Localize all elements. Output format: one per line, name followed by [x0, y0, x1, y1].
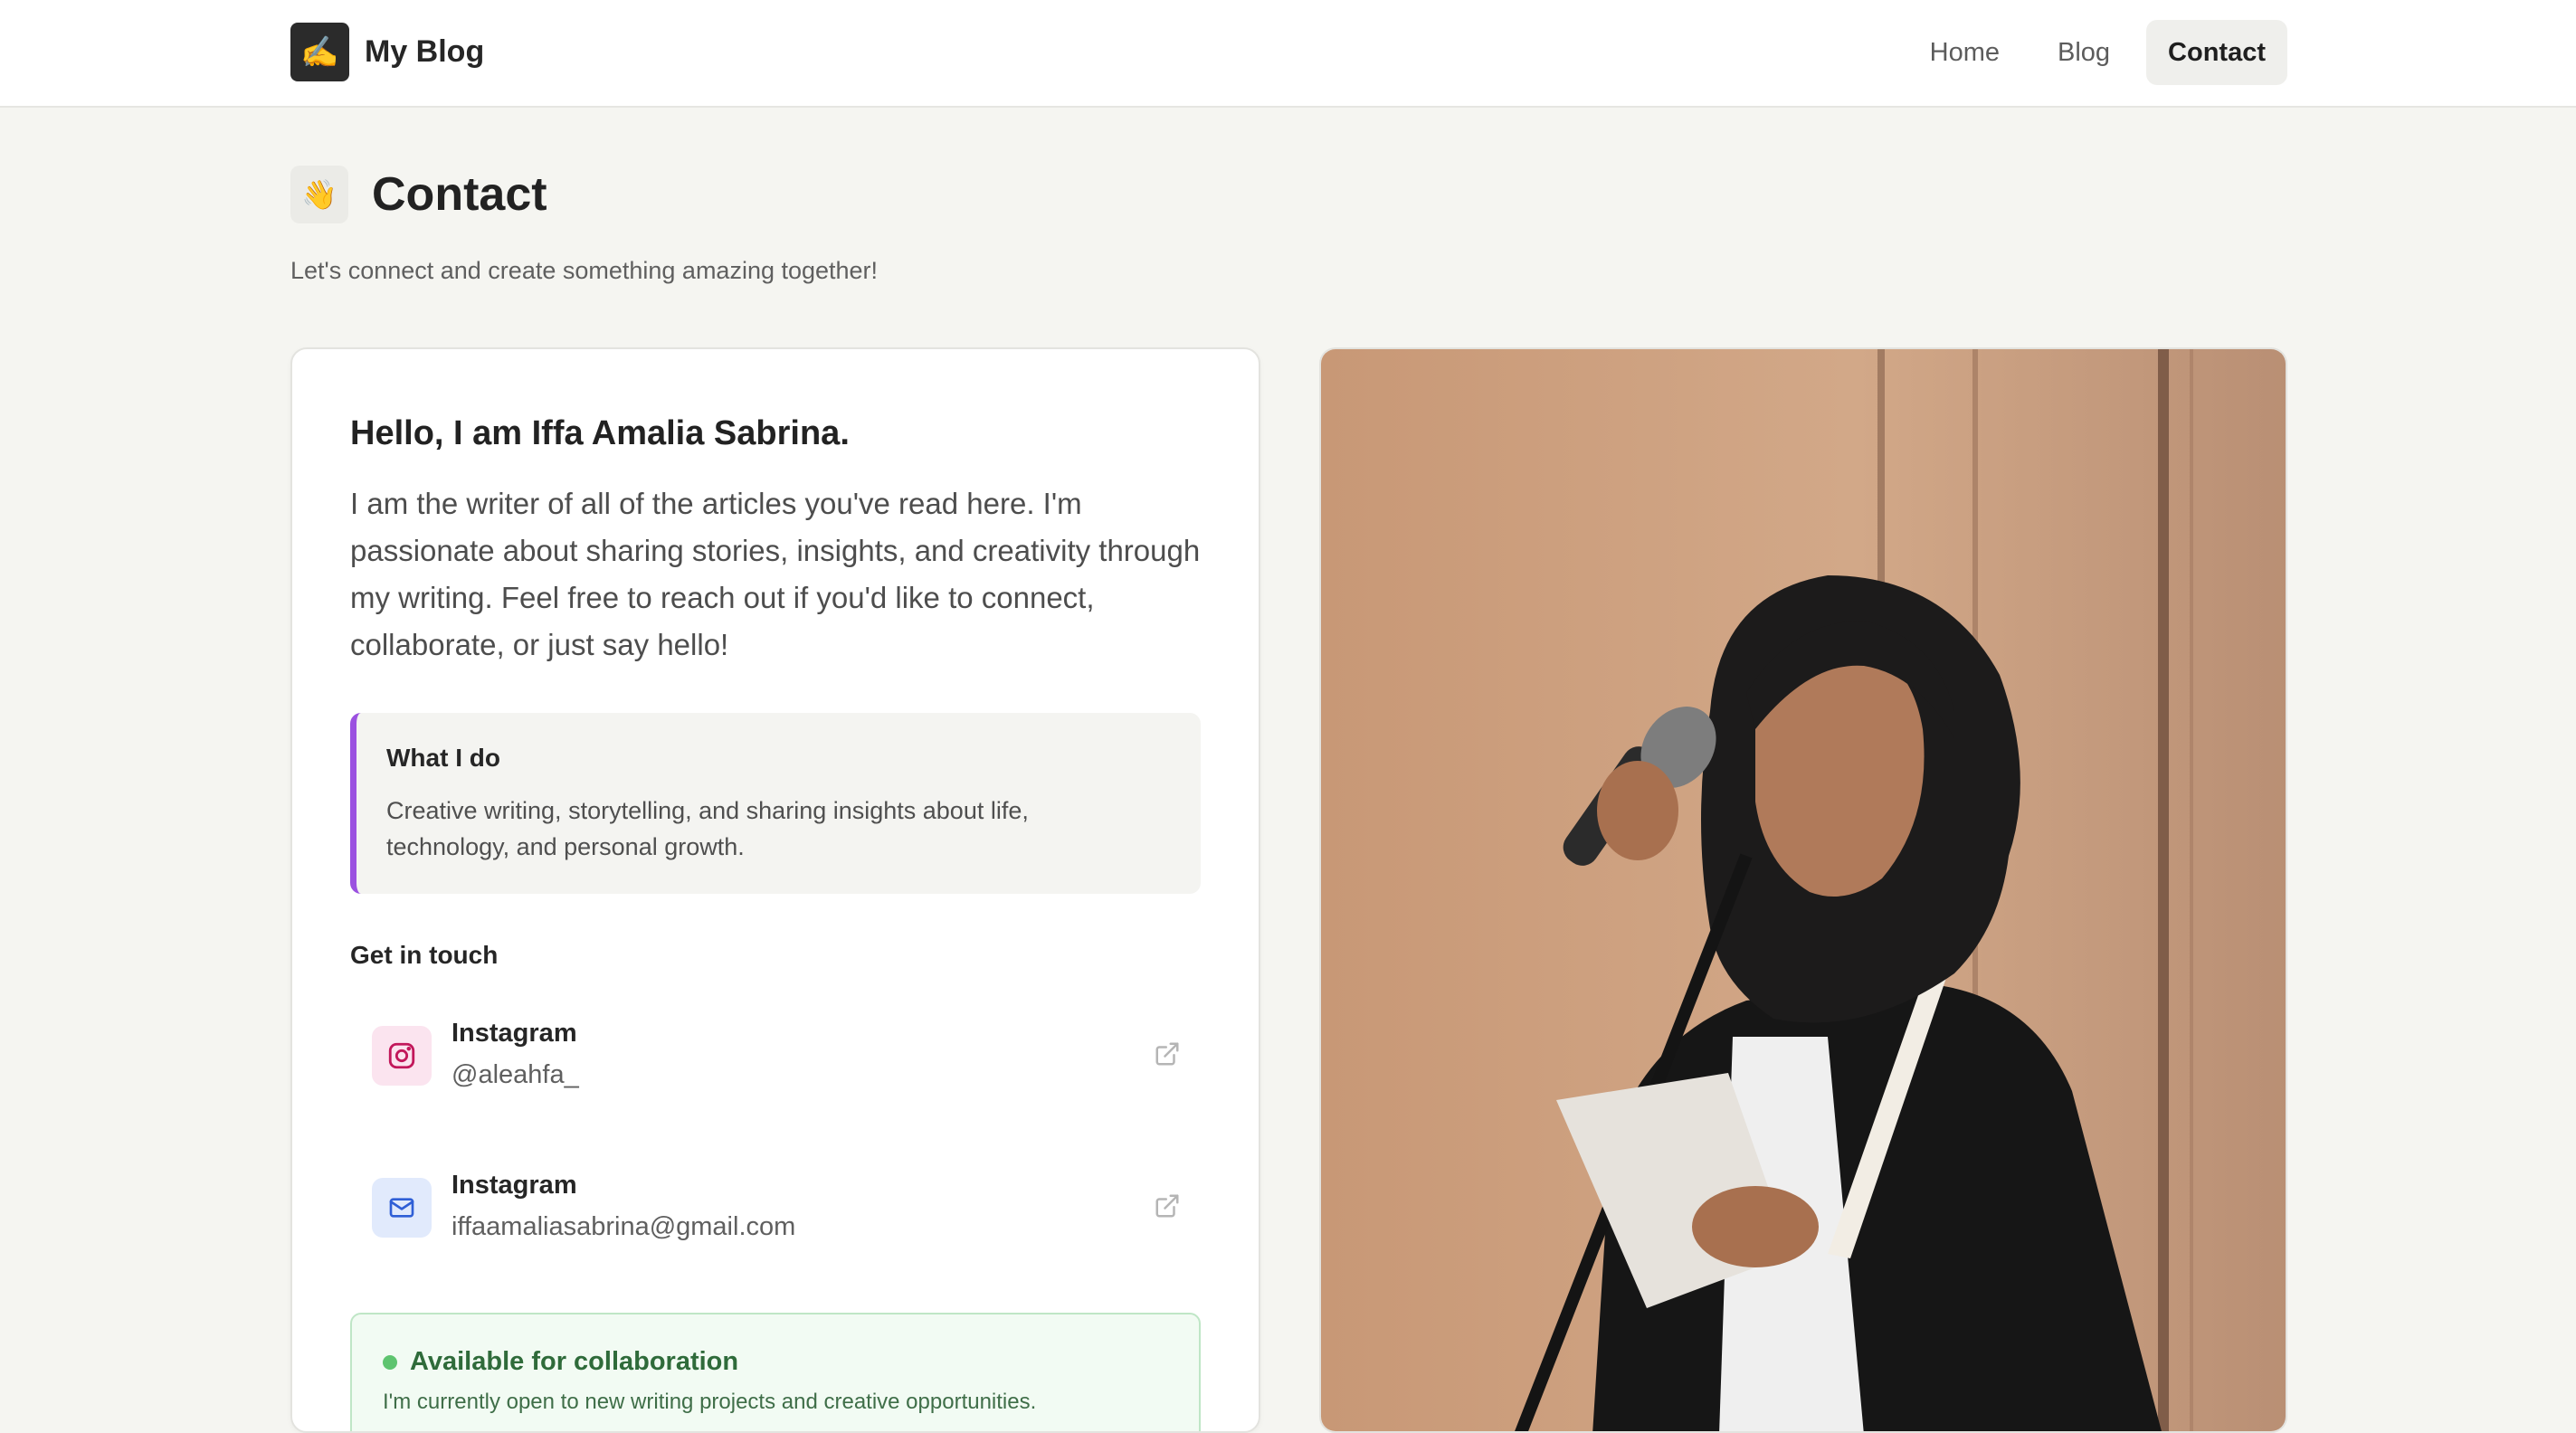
mail-icon [372, 1178, 432, 1238]
collaboration-status-box: Available for collaboration I'm currentl… [350, 1313, 1201, 1431]
contact-email-link[interactable]: Instagram iffaamaliasabrina@gmail.com [350, 1149, 1201, 1265]
author-photo-illustration [1321, 349, 2286, 1431]
main-nav: Home Blog Contact [1908, 20, 2287, 85]
nav-home[interactable]: Home [1908, 20, 2021, 85]
contact-name: Instagram [452, 1171, 577, 1200]
nav-contact[interactable]: Contact [2146, 20, 2287, 85]
greeting-heading: Hello, I am Iffa Amalia Sabrina. [350, 414, 850, 452]
what-i-do-title: What I do [386, 744, 500, 772]
page-title: Contact [372, 168, 547, 221]
about-card: Hello, I am Iffa Amalia Sabrina. I am th… [290, 347, 1260, 1433]
page-subtitle: Let's connect and create something amazi… [290, 257, 879, 284]
collab-text: I'm currently open to new writing projec… [383, 1390, 1037, 1414]
brand-name: My Blog [365, 34, 485, 69]
what-i-do-text: Creative writing, storytelling, and shar… [386, 797, 1029, 860]
contact-instagram-link[interactable]: Instagram @aleahfa_ [350, 997, 1201, 1113]
intro-paragraph: I am the writer of all of the articles y… [350, 487, 1201, 661]
what-i-do-callout: What I do Creative writing, storytelling… [350, 713, 1201, 894]
contact-name: Instagram [452, 1019, 577, 1048]
waving-hand-icon: 👋 [290, 166, 348, 223]
get-in-touch-label: Get in touch [350, 941, 499, 969]
author-photo [1319, 347, 2287, 1433]
collab-title: Available for collaboration [410, 1347, 739, 1376]
contact-handle: iffaamaliasabrina@gmail.com [452, 1212, 796, 1241]
available-dot-icon [383, 1354, 397, 1370]
top-navbar: ✍️ My Blog Home Blog Contact [0, 0, 2576, 108]
nav-blog[interactable]: Blog [2036, 20, 2132, 85]
contact-handle: @aleahfa_ [452, 1060, 579, 1089]
external-link-icon [1155, 1194, 1179, 1218]
page-heading: 👋 Contact [290, 166, 547, 223]
writing-hand-logo-icon: ✍️ [290, 23, 349, 81]
instagram-icon [372, 1026, 432, 1086]
external-link-icon [1155, 1042, 1179, 1066]
brand-home-link[interactable]: ✍️ My Blog [290, 23, 484, 81]
